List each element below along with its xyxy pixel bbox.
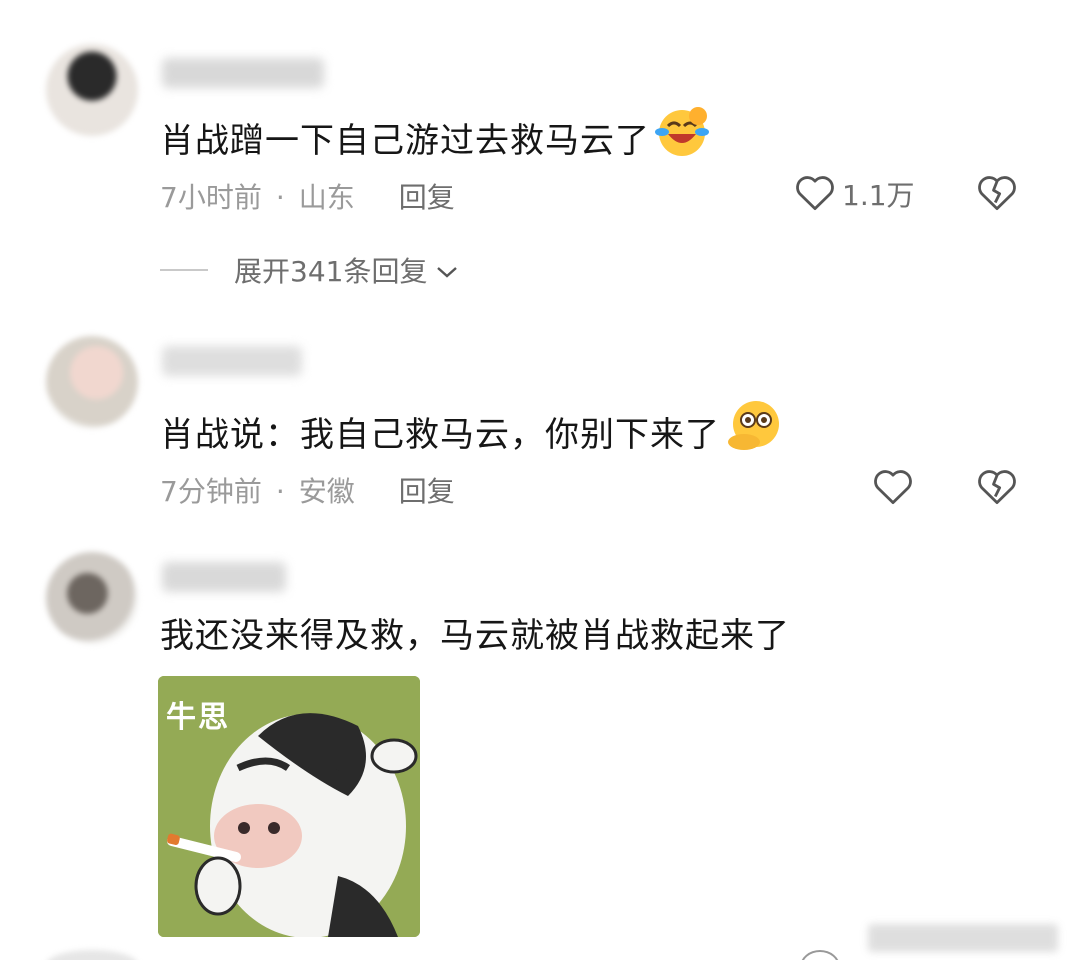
heart-icon	[794, 172, 836, 216]
avatar[interactable]	[46, 44, 138, 136]
like-count: 1.1万	[842, 179, 915, 212]
location: 山东	[298, 181, 355, 214]
comment-text: 我还没来得及救，马云就被肖战救起来了	[160, 614, 790, 658]
comment-text: 肖战蹭一下自己游过去救马云了	[160, 106, 710, 169]
dislike-button[interactable]	[976, 466, 1018, 510]
heart-icon	[872, 466, 914, 510]
broken-heart-icon	[976, 176, 1018, 216]
divider-line	[160, 269, 208, 271]
broken-heart-icon	[976, 470, 1018, 510]
separator-dot: ·	[275, 475, 285, 508]
comment-text-body: 肖战蹭一下自己游过去救马云了	[160, 121, 650, 161]
cow-smoking-sticker[interactable]: 牛思	[158, 676, 420, 937]
crying-laughing-emoji-icon	[654, 106, 710, 169]
sticker-label: 牛思	[166, 700, 230, 735]
like-button[interactable]	[872, 466, 920, 510]
separator-dot: ·	[275, 181, 285, 214]
next-comment-partial	[0, 944, 1068, 960]
location: 安徽	[298, 475, 355, 508]
expand-replies-button[interactable]: 展开341条回复	[160, 250, 459, 290]
comment-text: 肖战说：我自己救马云，你别下来了	[160, 398, 786, 463]
timestamp: 7小时前	[160, 181, 262, 214]
username-blurred[interactable]	[162, 562, 286, 592]
reply-button[interactable]: 回复	[399, 181, 455, 214]
expand-replies-label: 展开341条回复	[234, 255, 428, 288]
like-button[interactable]: 1.1万	[794, 172, 915, 216]
avatar[interactable]	[46, 552, 138, 644]
avatar[interactable]	[46, 336, 138, 428]
comment-meta: 7分钟前 · 安徽 回复	[160, 470, 455, 510]
comment-text-body: 我还没来得及救，马云就被肖战救起来了	[160, 616, 790, 656]
chevron-down-icon	[435, 254, 459, 287]
dislike-button[interactable]	[976, 172, 1018, 216]
username-blurred[interactable]	[162, 58, 324, 88]
timestamp: 7分钟前	[160, 475, 262, 508]
reply-button[interactable]: 回复	[399, 475, 455, 508]
comment-meta: 7小时前 · 山东 回复	[160, 176, 455, 216]
flushed-hand-on-mouth-emoji-icon	[724, 398, 786, 463]
comment-text-body: 肖战说：我自己救马云，你别下来了	[160, 415, 720, 455]
username-blurred[interactable]	[162, 346, 302, 376]
